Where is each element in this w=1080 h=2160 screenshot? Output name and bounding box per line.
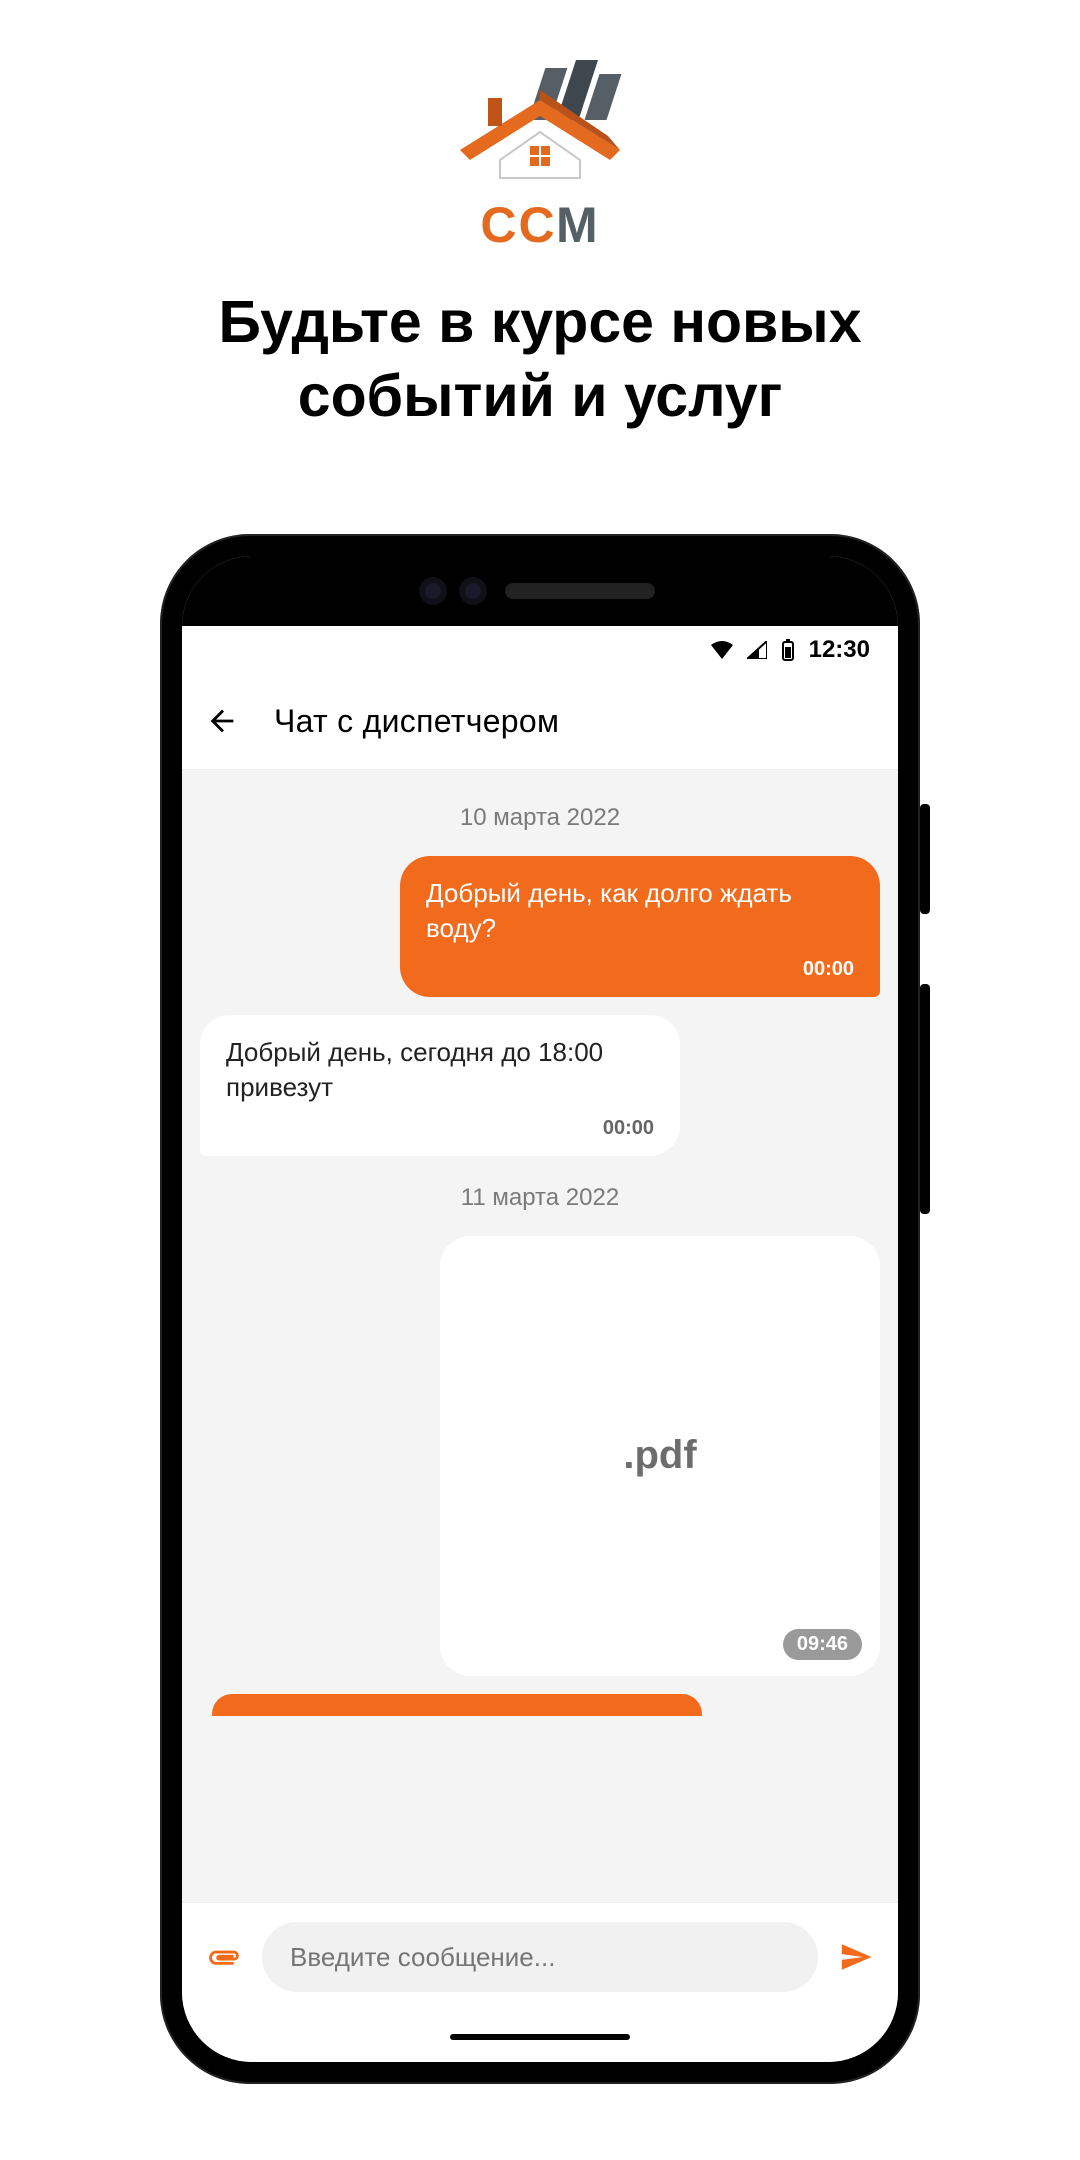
app-header: Чат с диспетчером xyxy=(182,674,898,770)
chat-title: Чат с диспетчером xyxy=(274,703,559,740)
wifi-icon xyxy=(711,641,733,659)
cell-signal-icon xyxy=(747,641,767,659)
partial-message xyxy=(212,1694,702,1716)
message-composer xyxy=(182,1902,898,2012)
back-button[interactable] xyxy=(192,691,252,751)
file-extension: .pdf xyxy=(623,1433,696,1478)
message-time: 00:00 xyxy=(803,956,854,983)
date-separator: 11 марта 2022 xyxy=(200,1184,880,1212)
message-text: Добрый день, как долго ждать воду? xyxy=(426,876,854,946)
outgoing-message[interactable]: Добрый день, как долго ждать воду? 00:00 xyxy=(400,856,880,997)
message-input[interactable] xyxy=(262,1922,818,1992)
incoming-message[interactable]: Добрый день, сегодня до 18:00 привезут 0… xyxy=(200,1015,680,1156)
house-icon xyxy=(440,60,640,200)
arrow-left-icon xyxy=(205,704,239,738)
phone-frame: 12:30 Чат с диспетчером 10 марта 2022 До… xyxy=(160,534,920,2084)
logo-text: ССМ xyxy=(480,196,599,254)
send-icon xyxy=(839,1940,873,1974)
gesture-nav xyxy=(182,2012,898,2062)
attachment-message[interactable]: .pdf 09:46 xyxy=(440,1236,880,1676)
headline: Будьте в курсе новых событий и услуг xyxy=(218,286,861,434)
attach-button[interactable] xyxy=(200,1933,248,1981)
message-text: Добрый день, сегодня до 18:00 привезут xyxy=(226,1035,654,1105)
phone-notch xyxy=(182,556,898,626)
app-logo: ССМ xyxy=(440,60,640,254)
date-separator: 10 марта 2022 xyxy=(200,804,880,832)
message-time: 00:00 xyxy=(603,1115,654,1142)
status-bar: 12:30 xyxy=(182,626,898,674)
chat-messages[interactable]: 10 марта 2022 Добрый день, как долго жда… xyxy=(182,770,898,1902)
battery-icon xyxy=(781,639,795,661)
message-time: 09:46 xyxy=(783,1629,862,1660)
headline-line1: Будьте в курсе новых xyxy=(218,286,861,360)
paperclip-icon xyxy=(207,1940,241,1974)
headline-line2: событий и услуг xyxy=(218,360,861,434)
send-button[interactable] xyxy=(832,1933,880,1981)
status-time: 12:30 xyxy=(809,636,870,664)
